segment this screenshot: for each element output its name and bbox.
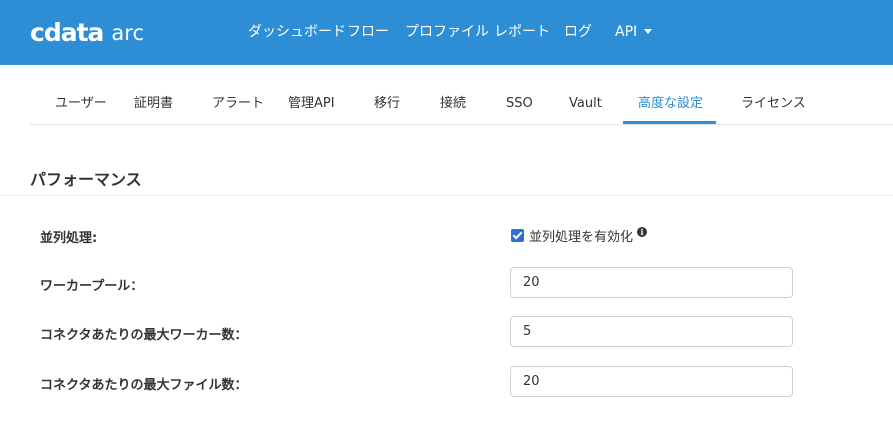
nav-dashboard[interactable]: ダッシュボード bbox=[248, 23, 346, 41]
nav-reports[interactable]: レポート bbox=[494, 23, 550, 41]
nav-flows[interactable]: フロー bbox=[347, 23, 389, 41]
worker-pool-label: ワーカープール： bbox=[40, 279, 144, 294]
tab-migration[interactable]: 移行 bbox=[374, 96, 400, 112]
tab-license[interactable]: ライセンス bbox=[741, 96, 806, 112]
tab-users[interactable]: ユーザー bbox=[55, 96, 107, 112]
caret-down-icon bbox=[644, 28, 653, 34]
worker-pool-input[interactable] bbox=[510, 267, 793, 298]
app-logo[interactable]: cdata arc bbox=[30, 20, 144, 46]
logo-product: arc bbox=[111, 21, 144, 45]
parallel-toggle[interactable]: 並列処理を有効化 i bbox=[511, 226, 648, 245]
top-header: cdata arc ダッシュボード フロー プロファイル レポート ログ API bbox=[0, 0, 893, 65]
max-workers-input[interactable] bbox=[510, 316, 793, 347]
parallel-label: 並列処理: bbox=[40, 231, 98, 246]
tabs-divider bbox=[30, 124, 893, 125]
max-workers-label: コネクタあたりの最大ワーカー数： bbox=[40, 328, 248, 343]
tab-advanced[interactable]: 高度な設定 bbox=[638, 96, 703, 112]
tab-vault[interactable]: Vault bbox=[569, 96, 602, 112]
info-icon[interactable]: i bbox=[637, 226, 648, 237]
nav-api-label: API bbox=[615, 24, 638, 40]
nav-logs[interactable]: ログ bbox=[564, 23, 592, 41]
section-divider bbox=[0, 195, 893, 196]
nav-profile[interactable]: プロファイル bbox=[405, 23, 489, 41]
section-title: パフォーマンス bbox=[30, 170, 142, 189]
nav-api[interactable]: API bbox=[615, 23, 653, 41]
tab-connections[interactable]: 接続 bbox=[440, 96, 466, 112]
tab-certificates[interactable]: 証明書 bbox=[134, 96, 173, 112]
active-tab-indicator bbox=[623, 121, 716, 124]
tab-sso[interactable]: SSO bbox=[506, 96, 533, 112]
parallel-checkbox[interactable] bbox=[511, 229, 524, 242]
max-files-input[interactable] bbox=[510, 366, 793, 397]
parallel-checkbox-label[interactable]: 並列処理を有効化 bbox=[529, 226, 633, 245]
tab-admin-api[interactable]: 管理API bbox=[288, 96, 335, 112]
max-files-label: コネクタあたりの最大ファイル数： bbox=[40, 378, 248, 393]
logo-brand: cdata bbox=[30, 18, 104, 47]
tab-alerts[interactable]: アラート bbox=[212, 96, 264, 112]
